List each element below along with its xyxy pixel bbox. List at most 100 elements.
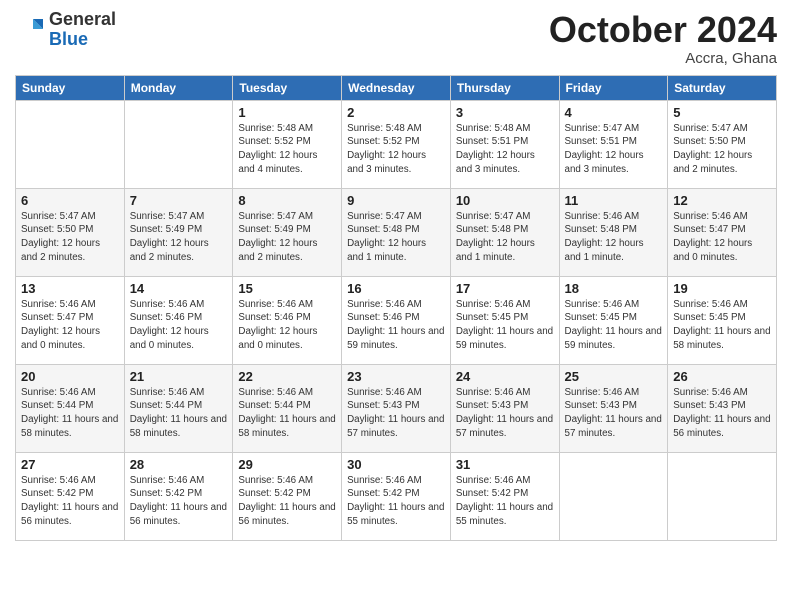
calendar-cell: 29 Sunrise: 5:46 AM Sunset: 5:42 PM Dayli…: [233, 452, 342, 540]
day-info: Sunrise: 5:46 AM Sunset: 5:42 PM Dayligh…: [347, 474, 445, 529]
calendar-cell: 5Sunrise: 5:47 AM Sunset: 5:50 PM Daylig…: [668, 100, 777, 188]
day-number: 14: [130, 281, 228, 296]
day-number: 31: [456, 457, 554, 472]
day-number: 18: [565, 281, 663, 296]
calendar-cell: 28 Sunrise: 5:46 AM Sunset: 5:42 PM Dayli…: [124, 452, 233, 540]
day-info: Sunrise: 5:47 AM Sunset: 5:51 PM Dayligh…: [565, 122, 663, 177]
weekday-header: Wednesday: [342, 75, 451, 100]
day-number: 27: [21, 457, 119, 472]
logo: General Blue: [15, 10, 116, 50]
header: General Blue October 2024 Accra, Ghana: [15, 10, 777, 67]
day-number: 19: [673, 281, 771, 296]
day-info: Sunrise: 5:46 AM Sunset: 5:45 PM Dayligh…: [456, 298, 554, 353]
weekday-header: Monday: [124, 75, 233, 100]
calendar-cell: 25 Sunrise: 5:46 AM Sunset: 5:43 PM Dayli…: [559, 364, 668, 452]
day-info: Sunrise: 5:47 AM Sunset: 5:48 PM Dayligh…: [347, 210, 445, 265]
day-info: Sunrise: 5:46 AM Sunset: 5:47 PM Dayligh…: [21, 298, 119, 353]
day-info: Sunrise: 5:46 AM Sunset: 5:43 PM Dayligh…: [565, 386, 663, 441]
day-info: Sunrise: 5:46 AM Sunset: 5:45 PM Dayligh…: [673, 298, 771, 353]
day-info: Sunrise: 5:47 AM Sunset: 5:48 PM Dayligh…: [456, 210, 554, 265]
calendar-cell: 26 Sunrise: 5:46 AM Sunset: 5:43 PM Dayli…: [668, 364, 777, 452]
calendar-cell: [559, 452, 668, 540]
day-number: 25: [565, 369, 663, 384]
calendar-cell: 19 Sunrise: 5:46 AM Sunset: 5:45 PM Dayli…: [668, 276, 777, 364]
calendar-cell: [16, 100, 125, 188]
day-number: 8: [238, 193, 336, 208]
page: General Blue October 2024 Accra, Ghana S…: [0, 0, 792, 556]
day-number: 2: [347, 105, 445, 120]
day-info: Sunrise: 5:47 AM Sunset: 5:50 PM Dayligh…: [21, 210, 119, 265]
day-number: 5: [673, 105, 771, 120]
calendar-week-row: 1Sunrise: 5:48 AM Sunset: 5:52 PM Daylig…: [16, 100, 777, 188]
calendar-cell: 27 Sunrise: 5:46 AM Sunset: 5:42 PM Dayli…: [16, 452, 125, 540]
weekday-header: Friday: [559, 75, 668, 100]
calendar-cell: 20 Sunrise: 5:46 AM Sunset: 5:44 PM Dayli…: [16, 364, 125, 452]
day-info: Sunrise: 5:46 AM Sunset: 5:46 PM Dayligh…: [347, 298, 445, 353]
day-info: Sunrise: 5:46 AM Sunset: 5:46 PM Dayligh…: [238, 298, 336, 353]
day-number: 10: [456, 193, 554, 208]
calendar-cell: 11Sunrise: 5:46 AM Sunset: 5:48 PM Dayli…: [559, 188, 668, 276]
day-number: 20: [21, 369, 119, 384]
calendar-cell: 9Sunrise: 5:47 AM Sunset: 5:48 PM Daylig…: [342, 188, 451, 276]
day-number: 4: [565, 105, 663, 120]
day-number: 26: [673, 369, 771, 384]
day-info: Sunrise: 5:46 AM Sunset: 5:43 PM Dayligh…: [673, 386, 771, 441]
day-info: Sunrise: 5:46 AM Sunset: 5:42 PM Dayligh…: [130, 474, 228, 529]
day-number: 21: [130, 369, 228, 384]
calendar-cell: 8 Sunrise: 5:47 AM Sunset: 5:49 PM Daylig…: [233, 188, 342, 276]
day-info: Sunrise: 5:46 AM Sunset: 5:44 PM Dayligh…: [238, 386, 336, 441]
day-info: Sunrise: 5:47 AM Sunset: 5:49 PM Dayligh…: [130, 210, 228, 265]
day-info: Sunrise: 5:46 AM Sunset: 5:46 PM Dayligh…: [130, 298, 228, 353]
calendar-cell: 14 Sunrise: 5:46 AM Sunset: 5:46 PM Dayli…: [124, 276, 233, 364]
day-number: 13: [21, 281, 119, 296]
day-number: 1: [238, 105, 336, 120]
day-number: 24: [456, 369, 554, 384]
title-block: October 2024 Accra, Ghana: [549, 10, 777, 67]
logo-icon: [15, 15, 45, 45]
location: Accra, Ghana: [549, 50, 777, 67]
day-info: Sunrise: 5:47 AM Sunset: 5:49 PM Dayligh…: [238, 210, 336, 265]
day-info: Sunrise: 5:46 AM Sunset: 5:42 PM Dayligh…: [21, 474, 119, 529]
calendar-cell: 18 Sunrise: 5:46 AM Sunset: 5:45 PM Dayli…: [559, 276, 668, 364]
calendar-cell: 10 Sunrise: 5:47 AM Sunset: 5:48 PM Dayli…: [450, 188, 559, 276]
day-number: 16: [347, 281, 445, 296]
calendar-cell: 24 Sunrise: 5:46 AM Sunset: 5:43 PM Dayli…: [450, 364, 559, 452]
day-info: Sunrise: 5:48 AM Sunset: 5:51 PM Dayligh…: [456, 122, 554, 177]
calendar-cell: [124, 100, 233, 188]
day-number: 28: [130, 457, 228, 472]
calendar-cell: 3 Sunrise: 5:48 AM Sunset: 5:51 PM Daylig…: [450, 100, 559, 188]
calendar-cell: 17 Sunrise: 5:46 AM Sunset: 5:45 PM Dayli…: [450, 276, 559, 364]
day-number: 15: [238, 281, 336, 296]
calendar-cell: 22 Sunrise: 5:46 AM Sunset: 5:44 PM Dayli…: [233, 364, 342, 452]
calendar-cell: 31 Sunrise: 5:46 AM Sunset: 5:42 PM Dayli…: [450, 452, 559, 540]
day-number: 3: [456, 105, 554, 120]
day-info: Sunrise: 5:46 AM Sunset: 5:42 PM Dayligh…: [456, 474, 554, 529]
day-info: Sunrise: 5:46 AM Sunset: 5:48 PM Dayligh…: [565, 210, 663, 265]
day-info: Sunrise: 5:46 AM Sunset: 5:42 PM Dayligh…: [238, 474, 336, 529]
day-number: 6: [21, 193, 119, 208]
day-info: Sunrise: 5:46 AM Sunset: 5:44 PM Dayligh…: [21, 386, 119, 441]
calendar-cell: 15 Sunrise: 5:46 AM Sunset: 5:46 PM Dayli…: [233, 276, 342, 364]
logo-text: General Blue: [49, 10, 116, 50]
day-number: 12: [673, 193, 771, 208]
calendar-week-row: 13 Sunrise: 5:46 AM Sunset: 5:47 PM Dayli…: [16, 276, 777, 364]
day-info: Sunrise: 5:46 AM Sunset: 5:43 PM Dayligh…: [347, 386, 445, 441]
day-info: Sunrise: 5:46 AM Sunset: 5:47 PM Dayligh…: [673, 210, 771, 265]
day-number: 22: [238, 369, 336, 384]
day-info: Sunrise: 5:46 AM Sunset: 5:44 PM Dayligh…: [130, 386, 228, 441]
logo-general: General: [49, 10, 116, 30]
calendar-cell: 2Sunrise: 5:48 AM Sunset: 5:52 PM Daylig…: [342, 100, 451, 188]
calendar-cell: [668, 452, 777, 540]
day-info: Sunrise: 5:46 AM Sunset: 5:43 PM Dayligh…: [456, 386, 554, 441]
calendar-cell: 21 Sunrise: 5:46 AM Sunset: 5:44 PM Dayli…: [124, 364, 233, 452]
day-number: 17: [456, 281, 554, 296]
weekday-header: Sunday: [16, 75, 125, 100]
weekday-header: Saturday: [668, 75, 777, 100]
calendar-cell: 12 Sunrise: 5:46 AM Sunset: 5:47 PM Dayli…: [668, 188, 777, 276]
weekday-header: Tuesday: [233, 75, 342, 100]
day-info: Sunrise: 5:46 AM Sunset: 5:45 PM Dayligh…: [565, 298, 663, 353]
calendar-cell: 7Sunrise: 5:47 AM Sunset: 5:49 PM Daylig…: [124, 188, 233, 276]
day-number: 29: [238, 457, 336, 472]
logo-blue: Blue: [49, 30, 116, 50]
calendar-cell: 13 Sunrise: 5:46 AM Sunset: 5:47 PM Dayli…: [16, 276, 125, 364]
